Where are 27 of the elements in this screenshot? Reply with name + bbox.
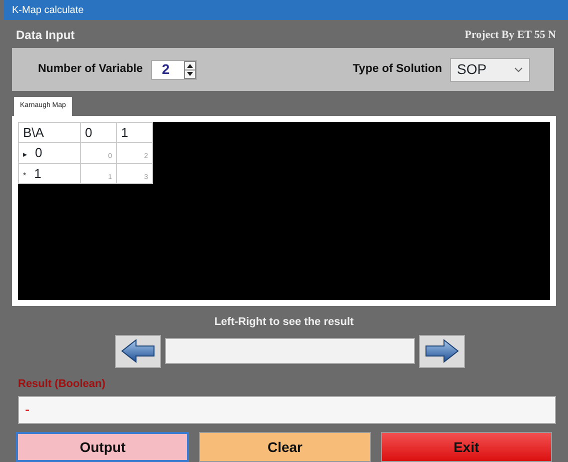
- clear-button[interactable]: Clear: [199, 432, 371, 462]
- left-arrow-icon: [120, 338, 156, 364]
- chevron-down-icon: [514, 66, 523, 73]
- result-field[interactable]: -: [18, 396, 556, 424]
- solution-label: Type of Solution: [352, 62, 442, 77]
- credit-text: Project By ET 55 N: [464, 28, 556, 43]
- grid-header-cell: 1: [116, 122, 152, 143]
- row-header: 1: [34, 166, 42, 181]
- grid-header-cell: B\A: [18, 122, 80, 143]
- left-arrow-button[interactable]: [115, 334, 161, 368]
- spin-arrows-icon[interactable]: [184, 60, 196, 79]
- right-arrow-button[interactable]: [419, 334, 465, 368]
- variable-spinner[interactable]: 2: [150, 60, 197, 80]
- navigator-label: Left-Right to see the result: [213, 315, 355, 330]
- result-viewer-field[interactable]: [165, 338, 415, 364]
- solution-dropdown[interactable]: SOP: [450, 58, 530, 82]
- row-marker: *: [23, 170, 26, 180]
- row-marker: ▸: [23, 150, 27, 160]
- section-heading: Data Input: [16, 27, 75, 44]
- grid-header-cell: 0: [80, 122, 116, 143]
- window-title: K-Map calculate: [4, 0, 568, 20]
- exit-button[interactable]: Exit: [380, 432, 552, 462]
- row-header: 0: [35, 145, 42, 160]
- output-button[interactable]: Output: [16, 432, 190, 462]
- result-label: Result (Boolean): [18, 376, 106, 392]
- variable-label: Number of Variable: [38, 62, 143, 77]
- right-arrow-icon: [424, 338, 460, 364]
